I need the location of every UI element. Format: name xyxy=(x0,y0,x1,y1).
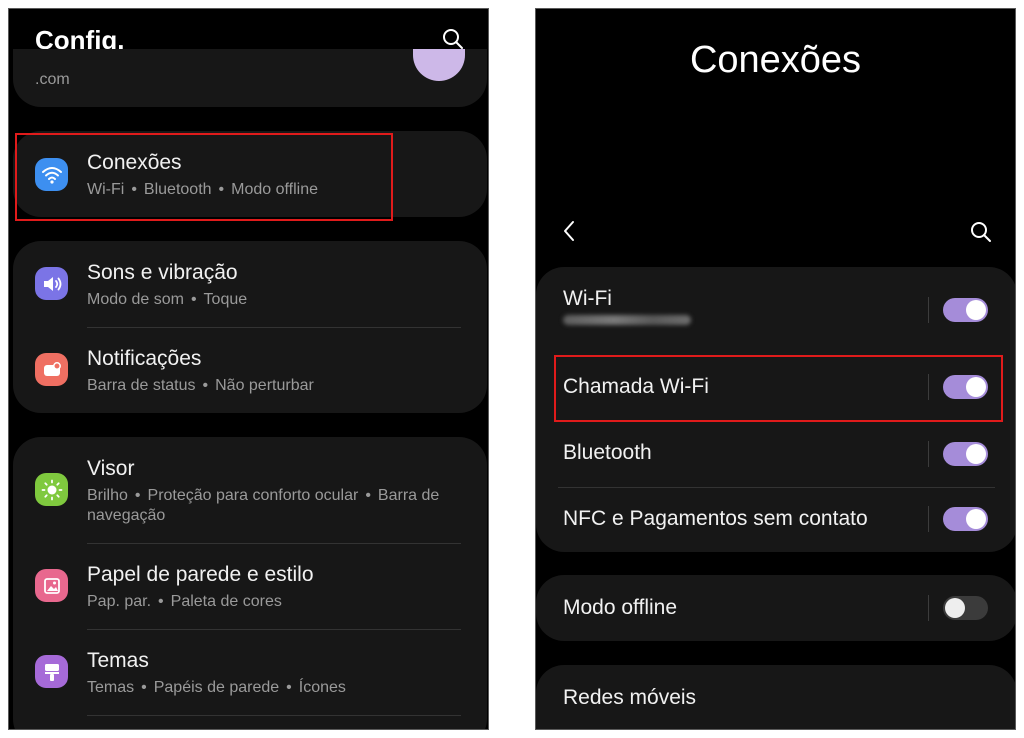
connections-screen: Conexões Wi-Fi Chamada Wi-Fi Bluetooth N… xyxy=(535,8,1016,730)
volume-icon xyxy=(35,267,68,300)
search-icon[interactable] xyxy=(969,220,993,244)
settings-item-bluetooth[interactable]: Bluetooth xyxy=(536,423,1015,487)
settings-item-title: Papel de parede e estilo xyxy=(87,563,314,586)
settings-item-title: Visor xyxy=(87,457,135,480)
settings-item-title: Modo offline xyxy=(563,596,678,619)
settings-item-mobile-networks[interactable]: Redes móveis xyxy=(536,665,1015,729)
nfc-toggle[interactable] xyxy=(943,507,988,531)
settings-item-wallpaper[interactable]: Papel de parede e estilo Pap. par. • Palet… xyxy=(13,543,487,629)
settings-screen: Config. .com Conexões Wi-Fi • Bluetooth • Mo… xyxy=(8,8,489,730)
search-icon[interactable] xyxy=(441,27,465,51)
highlight-box xyxy=(15,133,393,221)
connections-group-offline: Modo offline xyxy=(536,575,1015,641)
notification-icon xyxy=(35,353,68,386)
settings-item-subtitle: Pap. par. • Paleta de cores xyxy=(87,593,282,610)
settings-item-title: Sons e vibração xyxy=(87,261,238,284)
settings-item-nfc[interactable]: NFC e Pagamentos sem contato xyxy=(536,487,1015,551)
settings-item-subtitle: Brilho • Proteção para conforto ocular • Bar… xyxy=(87,487,440,504)
avatar[interactable] xyxy=(413,49,465,81)
settings-group-sound: Sons e vibração Modo de som • Toque Notifi… xyxy=(13,241,487,413)
brightness-icon xyxy=(35,473,68,506)
highlight-box xyxy=(554,355,1003,422)
settings-item-subtitle-line2: navegação xyxy=(87,507,166,524)
settings-item-title: Wi-Fi xyxy=(563,287,612,310)
wallpaper-icon xyxy=(35,569,68,602)
back-arrow-icon[interactable] xyxy=(558,219,582,243)
separator xyxy=(928,441,929,467)
account-email: .com xyxy=(35,71,70,88)
offline-mode-toggle[interactable] xyxy=(943,596,988,620)
separator xyxy=(928,297,929,323)
settings-item-wifi[interactable]: Wi-Fi xyxy=(536,267,1015,353)
settings-item-themes[interactable]: Temas Temas • Papéis de parede • Ícones xyxy=(13,629,487,715)
page-title: Conexões xyxy=(689,39,862,81)
wifi-toggle[interactable] xyxy=(943,298,988,322)
connections-group-mobile: Redes móveis xyxy=(536,665,1015,729)
account-card[interactable]: .com xyxy=(13,49,487,107)
settings-item-subtitle: Barra de status • Não perturbar xyxy=(87,377,314,394)
settings-item-title: Notificações xyxy=(87,347,202,370)
settings-item-display[interactable]: Visor Brilho • Proteção para conforto ocul… xyxy=(13,437,487,543)
separator xyxy=(928,506,929,532)
settings-item-title: Temas xyxy=(87,649,149,672)
settings-item-subtitle: Temas • Papéis de parede • Ícones xyxy=(87,679,346,696)
settings-item-offline-mode[interactable]: Modo offline xyxy=(536,575,1015,641)
bluetooth-toggle[interactable] xyxy=(943,442,988,466)
divider xyxy=(87,715,461,716)
separator xyxy=(928,595,929,621)
settings-item-notifications[interactable]: Notificações Barra de status • Não perturb… xyxy=(13,327,487,413)
settings-item-title: NFC e Pagamentos sem contato xyxy=(563,507,868,530)
settings-group-display: Visor Brilho • Proteção para conforto ocul… xyxy=(13,437,487,729)
themes-icon xyxy=(35,655,68,688)
settings-item-title: Bluetooth xyxy=(563,441,652,464)
settings-item-subtitle: Modo de som • Toque xyxy=(87,291,248,308)
settings-item-title: Redes móveis xyxy=(563,686,697,709)
wifi-network-name-blurred xyxy=(563,315,691,325)
settings-item-sounds[interactable]: Sons e vibração Modo de som • Toque xyxy=(13,241,487,327)
